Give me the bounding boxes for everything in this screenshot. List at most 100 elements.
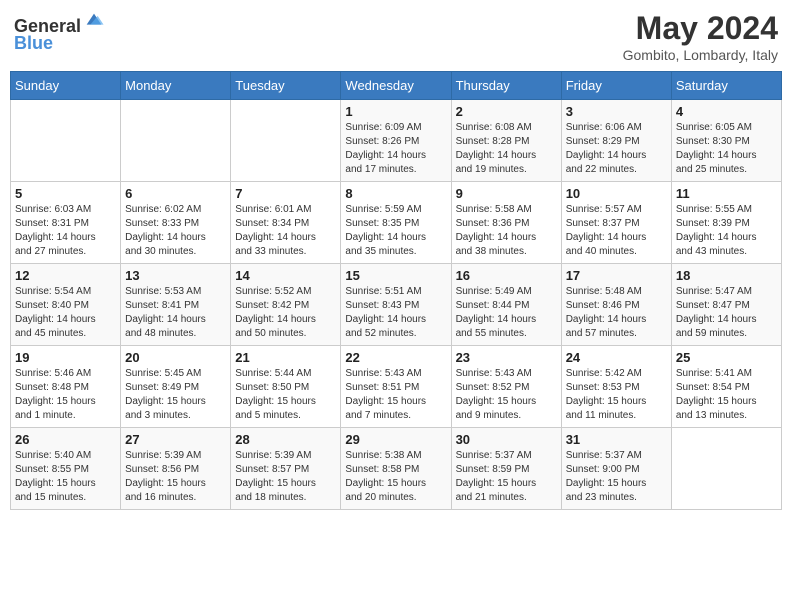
weekday-header-sunday: Sunday	[11, 72, 121, 100]
day-info: Sunrise: 5:46 AM Sunset: 8:48 PM Dayligh…	[15, 367, 116, 423]
calendar-cell: 15Sunrise: 5:51 AM Sunset: 8:43 PM Dayli…	[341, 264, 451, 346]
day-number: 27	[125, 432, 226, 447]
day-number: 7	[235, 186, 336, 201]
calendar-cell: 16 Sunrise: 5:49 AM Sunset: 8:44 PM Dayli…	[451, 264, 561, 346]
day-number: 11	[676, 186, 777, 201]
calendar-cell: 10 Sunrise: 5:57 AM Sunset: 8:37 PM Dayli…	[561, 182, 671, 264]
day-info: Sunrise: 5:37 AM Sunset: 8:59 PM Dayligh…	[456, 449, 557, 505]
day-number: 16	[456, 268, 557, 283]
calendar-cell: 2 Sunrise: 6:08 AM Sunset: 8:28 PM Daylig…	[451, 100, 561, 182]
day-number: 23	[456, 350, 557, 365]
day-info: Sunrise: 6:01 AM Sunset: 8:34 PM Dayligh…	[235, 203, 336, 259]
day-number: 30	[456, 432, 557, 447]
weekday-header-row: SundayMondayTuesdayWednesdayThursdayFrid…	[11, 72, 782, 100]
day-number: 13	[125, 268, 226, 283]
calendar-cell: 28Sunrise: 5:39 AM Sunset: 8:57 PM Dayli…	[231, 428, 341, 510]
day-number: 28	[235, 432, 336, 447]
day-number: 1	[345, 104, 446, 119]
location: Gombito, Lombardy, Italy	[623, 47, 778, 63]
calendar-cell	[671, 428, 781, 510]
weekday-header-monday: Monday	[121, 72, 231, 100]
day-info: Sunrise: 5:39 AM Sunset: 8:56 PM Dayligh…	[125, 449, 226, 505]
calendar-cell: 14 Sunrise: 5:52 AM Sunset: 8:42 PM Dayli…	[231, 264, 341, 346]
title-block: May 2024 Gombito, Lombardy, Italy	[623, 10, 778, 63]
day-number: 2	[456, 104, 557, 119]
calendar-cell: 27 Sunrise: 5:39 AM Sunset: 8:56 PM Dayli…	[121, 428, 231, 510]
day-info: Sunrise: 5:41 AM Sunset: 8:54 PM Dayligh…	[676, 367, 777, 423]
day-number: 29	[345, 432, 446, 447]
day-info: Sunrise: 5:44 AM Sunset: 8:50 PM Dayligh…	[235, 367, 336, 423]
day-number: 4	[676, 104, 777, 119]
day-info: Sunrise: 6:09 AM Sunset: 8:26 PM Dayligh…	[345, 121, 446, 177]
day-number: 19	[15, 350, 116, 365]
calendar-cell: 7 Sunrise: 6:01 AM Sunset: 8:34 PM Daylig…	[231, 182, 341, 264]
day-number: 22	[345, 350, 446, 365]
calendar-cell: 29Sunrise: 5:38 AM Sunset: 8:58 PM Dayli…	[341, 428, 451, 510]
calendar-cell: 11 Sunrise: 5:55 AM Sunset: 8:39 PM Dayli…	[671, 182, 781, 264]
calendar-week-1: 5 Sunrise: 6:03 AM Sunset: 8:31 PM Daylig…	[11, 182, 782, 264]
day-info: Sunrise: 5:53 AM Sunset: 8:41 PM Dayligh…	[125, 285, 226, 341]
calendar-cell: 18 Sunrise: 5:47 AM Sunset: 8:47 PM Dayli…	[671, 264, 781, 346]
day-info: Sunrise: 5:49 AM Sunset: 8:44 PM Dayligh…	[456, 285, 557, 341]
day-number: 20	[125, 350, 226, 365]
calendar-cell: 6Sunrise: 6:02 AM Sunset: 8:33 PM Daylig…	[121, 182, 231, 264]
calendar-cell: 23 Sunrise: 5:43 AM Sunset: 8:52 PM Dayli…	[451, 346, 561, 428]
day-number: 10	[566, 186, 667, 201]
calendar-cell: 21Sunrise: 5:44 AM Sunset: 8:50 PM Dayli…	[231, 346, 341, 428]
calendar-cell: 25 Sunrise: 5:41 AM Sunset: 8:54 PM Dayli…	[671, 346, 781, 428]
calendar-week-0: 1 Sunrise: 6:09 AM Sunset: 8:26 PM Daylig…	[11, 100, 782, 182]
calendar-week-4: 26Sunrise: 5:40 AM Sunset: 8:55 PM Dayli…	[11, 428, 782, 510]
calendar-cell: 26Sunrise: 5:40 AM Sunset: 8:55 PM Dayli…	[11, 428, 121, 510]
calendar-cell: 5 Sunrise: 6:03 AM Sunset: 8:31 PM Daylig…	[11, 182, 121, 264]
day-info: Sunrise: 5:54 AM Sunset: 8:40 PM Dayligh…	[15, 285, 116, 341]
day-info: Sunrise: 6:06 AM Sunset: 8:29 PM Dayligh…	[566, 121, 667, 177]
day-info: Sunrise: 5:55 AM Sunset: 8:39 PM Dayligh…	[676, 203, 777, 259]
day-info: Sunrise: 5:59 AM Sunset: 8:35 PM Dayligh…	[345, 203, 446, 259]
calendar-cell: 30 Sunrise: 5:37 AM Sunset: 8:59 PM Dayli…	[451, 428, 561, 510]
logo-icon	[83, 10, 105, 32]
calendar-table: SundayMondayTuesdayWednesdayThursdayFrid…	[10, 71, 782, 510]
page-header: General Blue May 2024 Gombito, Lombardy,…	[10, 10, 782, 63]
weekday-header-saturday: Saturday	[671, 72, 781, 100]
calendar-cell: 24Sunrise: 5:42 AM Sunset: 8:53 PM Dayli…	[561, 346, 671, 428]
calendar-cell: 4 Sunrise: 6:05 AM Sunset: 8:30 PM Daylig…	[671, 100, 781, 182]
day-info: Sunrise: 5:52 AM Sunset: 8:42 PM Dayligh…	[235, 285, 336, 341]
day-number: 5	[15, 186, 116, 201]
calendar-cell: 20 Sunrise: 5:45 AM Sunset: 8:49 PM Dayli…	[121, 346, 231, 428]
calendar-cell: 13 Sunrise: 5:53 AM Sunset: 8:41 PM Dayli…	[121, 264, 231, 346]
weekday-header-friday: Friday	[561, 72, 671, 100]
day-info: Sunrise: 5:57 AM Sunset: 8:37 PM Dayligh…	[566, 203, 667, 259]
day-info: Sunrise: 5:45 AM Sunset: 8:49 PM Dayligh…	[125, 367, 226, 423]
calendar-cell: 19 Sunrise: 5:46 AM Sunset: 8:48 PM Dayli…	[11, 346, 121, 428]
day-number: 24	[566, 350, 667, 365]
calendar-cell: 1 Sunrise: 6:09 AM Sunset: 8:26 PM Daylig…	[341, 100, 451, 182]
calendar-cell	[11, 100, 121, 182]
logo: General Blue	[14, 10, 105, 54]
day-number: 14	[235, 268, 336, 283]
calendar-cell: 17Sunrise: 5:48 AM Sunset: 8:46 PM Dayli…	[561, 264, 671, 346]
day-number: 26	[15, 432, 116, 447]
calendar-cell: 12Sunrise: 5:54 AM Sunset: 8:40 PM Dayli…	[11, 264, 121, 346]
day-number: 17	[566, 268, 667, 283]
day-info: Sunrise: 6:08 AM Sunset: 8:28 PM Dayligh…	[456, 121, 557, 177]
day-info: Sunrise: 5:43 AM Sunset: 8:51 PM Dayligh…	[345, 367, 446, 423]
calendar-cell	[121, 100, 231, 182]
day-info: Sunrise: 6:05 AM Sunset: 8:30 PM Dayligh…	[676, 121, 777, 177]
day-number: 31	[566, 432, 667, 447]
day-number: 25	[676, 350, 777, 365]
month-title: May 2024	[623, 10, 778, 47]
day-number: 6	[125, 186, 226, 201]
calendar-cell: 3Sunrise: 6:06 AM Sunset: 8:29 PM Daylig…	[561, 100, 671, 182]
day-info: Sunrise: 5:58 AM Sunset: 8:36 PM Dayligh…	[456, 203, 557, 259]
calendar-cell: 31 Sunrise: 5:37 AM Sunset: 9:00 PM Dayli…	[561, 428, 671, 510]
day-info: Sunrise: 6:03 AM Sunset: 8:31 PM Dayligh…	[15, 203, 116, 259]
day-info: Sunrise: 5:43 AM Sunset: 8:52 PM Dayligh…	[456, 367, 557, 423]
weekday-header-wednesday: Wednesday	[341, 72, 451, 100]
day-info: Sunrise: 5:37 AM Sunset: 9:00 PM Dayligh…	[566, 449, 667, 505]
calendar-cell: 9 Sunrise: 5:58 AM Sunset: 8:36 PM Daylig…	[451, 182, 561, 264]
day-number: 18	[676, 268, 777, 283]
day-number: 9	[456, 186, 557, 201]
day-info: Sunrise: 5:47 AM Sunset: 8:47 PM Dayligh…	[676, 285, 777, 341]
weekday-header-thursday: Thursday	[451, 72, 561, 100]
day-number: 15	[345, 268, 446, 283]
